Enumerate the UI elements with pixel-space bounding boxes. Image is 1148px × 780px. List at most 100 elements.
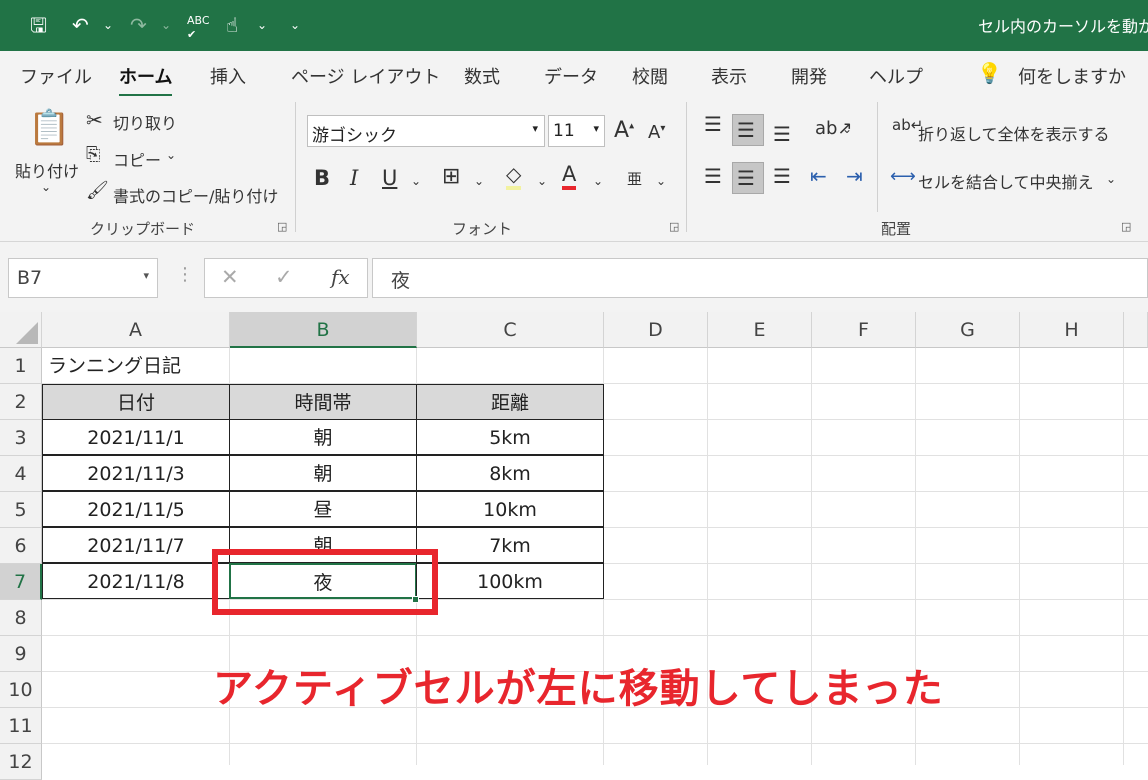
tab-data[interactable]: データ	[544, 63, 598, 89]
tab-page-layout[interactable]: ページ レイアウト	[291, 63, 440, 89]
copy-button[interactable]: コピー	[113, 147, 161, 171]
italic-button[interactable]: I	[350, 166, 358, 190]
phonetic-guide-button[interactable]: 亜	[627, 168, 642, 189]
column-header[interactable]: E	[708, 312, 812, 348]
cancel-icon[interactable]: ✕	[221, 265, 239, 289]
redo-icon[interactable]: ↷	[130, 12, 147, 38]
underline-dropdown-icon[interactable]: ⌄	[411, 174, 421, 188]
table-cell[interactable]: 2021/11/1	[42, 419, 230, 455]
insert-function-button[interactable]: fx	[331, 265, 350, 289]
decrease-indent-icon[interactable]: ⇤	[810, 164, 827, 188]
cut-button[interactable]: 切り取り	[113, 110, 177, 134]
alignment-launcher-icon[interactable]: ◲	[1121, 220, 1131, 233]
tab-review[interactable]: 校閲	[632, 63, 668, 89]
table-cell[interactable]: 2021/11/7	[42, 527, 230, 563]
table-cell[interactable]: 10km	[416, 491, 604, 527]
borders-dropdown-icon[interactable]: ⌄	[474, 174, 484, 188]
tab-view[interactable]: 表示	[711, 63, 747, 89]
fill-color-icon[interactable]: ◇	[506, 162, 522, 190]
row-header[interactable]: 10	[0, 672, 42, 708]
row-header[interactable]: 4	[0, 456, 42, 492]
row-header[interactable]: 1	[0, 348, 42, 384]
column-header[interactable]: H	[1020, 312, 1124, 348]
tab-help[interactable]: ヘルプ	[869, 63, 923, 89]
column-header[interactable]: F	[812, 312, 916, 348]
row-header[interactable]: 6	[0, 528, 42, 564]
table-cell[interactable]: 朝	[229, 419, 417, 455]
align-bottom-icon[interactable]: ☰	[773, 122, 791, 146]
tab-home[interactable]: ホーム	[119, 63, 173, 97]
column-header[interactable]: B	[230, 312, 417, 348]
spellcheck-icon[interactable]: ABC ✔	[187, 14, 210, 42]
row-header[interactable]: 9	[0, 636, 42, 672]
row-header[interactable]: 11	[0, 708, 42, 744]
paste-dropdown-icon[interactable]: ⌄	[41, 180, 51, 194]
font-launcher-icon[interactable]: ◲	[669, 220, 679, 233]
decrease-font-icon[interactable]: A▾	[648, 122, 665, 143]
column-header[interactable]: D	[604, 312, 708, 348]
name-box-dropdown-icon[interactable]: ▾	[143, 269, 149, 282]
phonetic-dropdown-icon[interactable]: ⌄	[656, 174, 666, 188]
tab-developer[interactable]: 開発	[791, 63, 827, 89]
row-header[interactable]: 12	[0, 744, 42, 780]
table-cell[interactable]: 2021/11/5	[42, 491, 230, 527]
copy-dropdown-icon[interactable]: ⌄	[166, 148, 176, 162]
underline-button[interactable]: U	[382, 166, 397, 190]
increase-indent-icon[interactable]: ⇥	[846, 164, 863, 188]
table-cell[interactable]: 2021/11/8	[42, 563, 230, 599]
row-header[interactable]: 7	[0, 564, 42, 600]
table-cell[interactable]: 昼	[229, 491, 417, 527]
align-top-icon[interactable]: ☰	[704, 112, 722, 136]
touch-dropdown-icon[interactable]: ⌄	[257, 12, 267, 38]
save-icon[interactable]: 🖫	[30, 12, 47, 38]
cell-header[interactable]: 時間帯	[229, 384, 417, 420]
table-cell[interactable]: 8km	[416, 455, 604, 491]
align-left-icon[interactable]: ☰	[704, 164, 722, 188]
column-header[interactable]: A	[42, 312, 230, 348]
bold-button[interactable]: B	[314, 166, 330, 190]
table-cell[interactable]: 5km	[416, 419, 604, 455]
increase-font-icon[interactable]: A▴	[614, 118, 634, 143]
font-color-dropdown-icon[interactable]: ⌄	[593, 174, 603, 188]
table-cell[interactable]: 7km	[416, 527, 604, 563]
font-color-button[interactable]: A	[562, 162, 577, 190]
fill-color-dropdown-icon[interactable]: ⌄	[537, 174, 547, 188]
row-header[interactable]: 2	[0, 384, 42, 420]
table-cell[interactable]: 2021/11/3	[42, 455, 230, 491]
font-name-select[interactable]: 游ゴシック ▾	[307, 115, 545, 147]
row-header[interactable]: 5	[0, 492, 42, 528]
table-cell[interactable]: 100km	[416, 563, 604, 599]
orientation-dropdown-icon[interactable]: ⌄	[842, 122, 852, 136]
tab-formulas[interactable]: 数式	[464, 63, 500, 89]
customize-qat-icon[interactable]: ⌄	[290, 12, 300, 38]
cell-header[interactable]: 距離	[416, 384, 604, 420]
redo-dropdown-icon[interactable]: ⌄	[161, 12, 171, 38]
row-header[interactable]: 8	[0, 600, 42, 636]
table-cell[interactable]: 朝	[229, 455, 417, 491]
name-box[interactable]: B7 ▾	[8, 258, 158, 298]
paste-button[interactable]: 貼り付け	[15, 158, 79, 182]
align-right-icon[interactable]: ☰	[773, 164, 791, 188]
format-painter-button[interactable]: 書式のコピー/貼り付け	[113, 183, 278, 207]
merge-center-button[interactable]: セルを結合して中央揃え	[918, 169, 1094, 193]
borders-icon[interactable]: ⊞	[442, 164, 460, 189]
formula-input[interactable]: 夜	[372, 258, 1148, 298]
tab-insert[interactable]: 挿入	[210, 63, 246, 89]
tell-me-search[interactable]: 何をしますか	[1018, 63, 1126, 89]
column-header[interactable]	[1124, 312, 1148, 348]
column-header[interactable]: G	[916, 312, 1020, 348]
column-header[interactable]: C	[417, 312, 604, 348]
undo-icon[interactable]: ↶	[72, 12, 89, 38]
wrap-text-button[interactable]: 折り返して全体を表示する	[918, 121, 1110, 145]
cell-header[interactable]: 日付	[42, 384, 230, 420]
clipboard-paste-icon[interactable]: 📋	[28, 108, 70, 148]
tab-file[interactable]: ファイル	[20, 63, 92, 89]
touch-mode-icon[interactable]: ☝	[226, 12, 238, 38]
undo-dropdown-icon[interactable]: ⌄	[103, 12, 113, 38]
select-all-corner[interactable]	[0, 312, 42, 348]
font-size-select[interactable]: 11 ▾	[548, 115, 605, 147]
merge-dropdown-icon[interactable]: ⌄	[1106, 172, 1116, 186]
clipboard-launcher-icon[interactable]: ◲	[277, 220, 287, 233]
enter-icon[interactable]: ✓	[275, 265, 293, 289]
row-header[interactable]: 3	[0, 420, 42, 456]
